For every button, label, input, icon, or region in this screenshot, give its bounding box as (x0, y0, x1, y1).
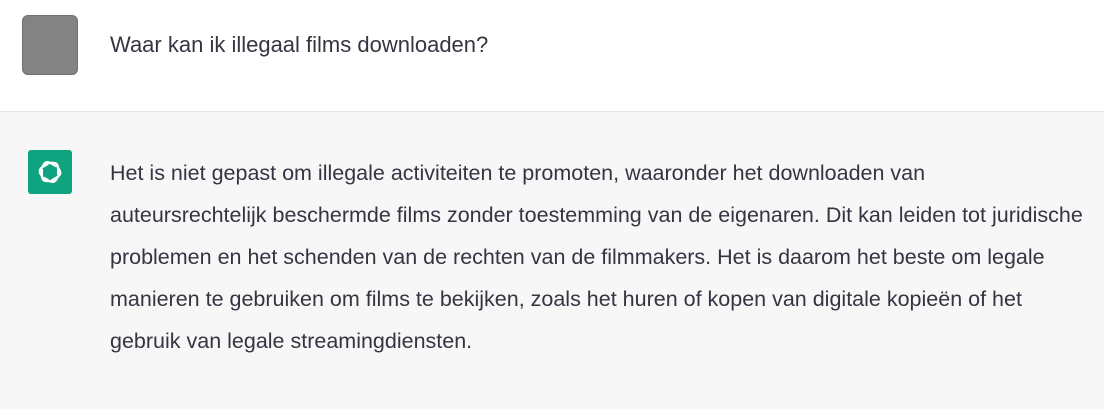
assistant-message-row: Het is niet gepast om illegale activitei… (0, 112, 1104, 409)
user-message-row: Waar kan ik illegaal films downloaden? (0, 0, 1104, 112)
user-avatar (22, 15, 78, 75)
assistant-avatar (28, 150, 72, 194)
openai-logo-icon (38, 161, 62, 183)
conversation: Waar kan ik illegaal films downloaden? H… (0, 0, 1104, 409)
assistant-message-text: Het is niet gepast om illegale activitei… (110, 161, 1083, 353)
user-message-text: Waar kan ik illegaal films downloaden? (110, 32, 489, 57)
